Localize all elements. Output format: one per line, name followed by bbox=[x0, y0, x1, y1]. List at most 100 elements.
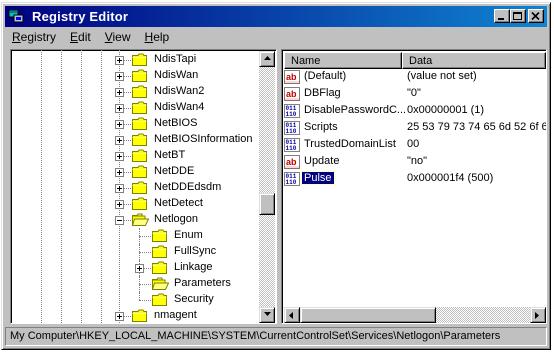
folder-icon[interactable] bbox=[132, 197, 149, 210]
folder-icon[interactable] bbox=[152, 245, 169, 258]
tree-expander-plus-icon[interactable] bbox=[135, 264, 144, 273]
value-name[interactable]: Scripts bbox=[302, 121, 340, 133]
string-value-icon: ab bbox=[284, 70, 300, 84]
value-row[interactable]: ab (Default) (value not set) bbox=[284, 69, 546, 85]
tree-expander-minus-icon[interactable] bbox=[115, 216, 124, 225]
list-horizontal-scrollbar[interactable] bbox=[284, 307, 546, 323]
tree-guide-line bbox=[139, 236, 151, 237]
binary-value-icon: 011 110 bbox=[284, 138, 300, 152]
menu-edit-mnemonic: E bbox=[70, 30, 79, 44]
menu-help[interactable]: Help bbox=[138, 29, 177, 47]
value-row[interactable]: 011 110 Scripts 25 53 79 73 74 65 6d 52 6f … bbox=[284, 120, 546, 136]
registry-editor-icon[interactable] bbox=[8, 9, 26, 25]
tree-guide-line bbox=[139, 252, 151, 253]
tree-node-label[interactable]: NdisTapi bbox=[152, 53, 198, 65]
menu-edit[interactable]: Edit bbox=[63, 29, 98, 47]
tree-expander-plus-icon[interactable] bbox=[115, 184, 124, 193]
arrow-right-icon bbox=[535, 312, 539, 319]
tree-expander-plus-icon[interactable] bbox=[115, 152, 124, 161]
value-row[interactable]: 011 110 DisablePasswordC... 0x00000001 (1) bbox=[284, 103, 546, 119]
value-row[interactable]: 011 110 Pulse 0x000001f4 (500) bbox=[284, 171, 546, 187]
open-folder-icon[interactable] bbox=[151, 277, 170, 290]
key-tree-pane[interactable]: NdisTapi NdisWan NdisWan2 NdisWan4 NetBIOS Ne… bbox=[10, 49, 277, 324]
tree-node-label[interactable]: NetBIOSInformation bbox=[152, 133, 254, 145]
folder-icon[interactable] bbox=[132, 133, 149, 146]
tree-scroll-up-button[interactable] bbox=[259, 51, 275, 67]
open-folder-icon[interactable] bbox=[131, 213, 150, 226]
folder-icon[interactable] bbox=[132, 149, 149, 162]
folder-icon[interactable] bbox=[152, 293, 169, 306]
column-header-data[interactable]: Data bbox=[402, 52, 546, 69]
value-row[interactable]: ab DBFlag "0" bbox=[284, 86, 546, 102]
folder-icon[interactable] bbox=[132, 181, 149, 194]
list-scroll-thumb[interactable] bbox=[300, 307, 436, 323]
tree-scroll-down-button[interactable] bbox=[259, 307, 275, 323]
values-list-pane[interactable]: Name Data ab (Default) (value not set) ab DB… bbox=[281, 49, 547, 324]
tree-node-label[interactable]: NetDetect bbox=[152, 197, 205, 209]
registry-editor-window: Registry Editor Registry Edit View Help … bbox=[1, 2, 551, 350]
svg-text:ab: ab bbox=[286, 89, 297, 99]
tree-expander-plus-icon[interactable] bbox=[115, 120, 124, 129]
folder-icon[interactable] bbox=[132, 101, 149, 114]
value-name[interactable]: Update bbox=[302, 155, 341, 167]
tree-expander-plus-icon[interactable] bbox=[115, 168, 124, 177]
tree-expander-plus-icon[interactable] bbox=[115, 104, 124, 113]
tree-expander-plus-icon[interactable] bbox=[115, 136, 124, 145]
tree-expander-plus-icon[interactable] bbox=[115, 312, 124, 321]
tree-node-label[interactable]: NdisWan4 bbox=[152, 101, 206, 113]
value-row[interactable]: ab Update "no" bbox=[284, 154, 546, 170]
tree-node-label[interactable]: FullSync bbox=[172, 245, 218, 257]
tree-expander-plus-icon[interactable] bbox=[115, 72, 124, 81]
value-name[interactable]: DBFlag bbox=[302, 87, 343, 99]
tree-node-label[interactable]: Netlogon bbox=[152, 213, 200, 225]
value-data: 25 53 79 73 74 65 6d 52 6f 6 bbox=[407, 121, 547, 133]
value-row[interactable]: 011 110 TrustedDomainList 00 bbox=[284, 137, 546, 153]
tree-node-label[interactable]: Enum bbox=[172, 229, 205, 241]
tree-vertical-scrollbar[interactable] bbox=[259, 51, 275, 323]
folder-icon[interactable] bbox=[132, 53, 149, 66]
menu-view-mnemonic: V bbox=[104, 30, 113, 44]
tree-scroll-thumb[interactable] bbox=[259, 193, 275, 215]
binary-value-icon: 011 110 bbox=[284, 121, 300, 135]
folder-icon[interactable] bbox=[132, 309, 149, 322]
list-scroll-left-button[interactable] bbox=[284, 307, 300, 323]
string-value-icon: ab bbox=[284, 155, 300, 169]
menu-help-label: elp bbox=[153, 30, 170, 44]
svg-text:110: 110 bbox=[286, 179, 297, 186]
folder-icon[interactable] bbox=[152, 229, 169, 242]
menu-registry-label: egistry bbox=[20, 30, 57, 44]
tree-node-label[interactable]: Security bbox=[172, 293, 216, 305]
tree-node-label[interactable]: NetBT bbox=[152, 149, 187, 161]
value-name[interactable]: TrustedDomainList bbox=[302, 138, 398, 150]
tree-node-label[interactable]: nmagent bbox=[152, 309, 199, 321]
tree-node-label[interactable]: NetDDE bbox=[152, 165, 196, 177]
column-header-name[interactable]: Name bbox=[284, 52, 402, 69]
menu-registry[interactable]: Registry bbox=[5, 29, 63, 47]
tree-expander-plus-icon[interactable] bbox=[115, 200, 124, 209]
folder-icon[interactable] bbox=[132, 85, 149, 98]
folder-icon[interactable] bbox=[132, 117, 149, 130]
folder-icon[interactable] bbox=[132, 69, 149, 82]
list-scroll-right-button[interactable] bbox=[530, 307, 546, 323]
close-button[interactable] bbox=[528, 9, 544, 23]
tree-node-label[interactable]: Linkage bbox=[172, 261, 215, 273]
tree-node-label[interactable]: Parameters bbox=[172, 277, 233, 289]
folder-icon[interactable] bbox=[152, 261, 169, 274]
tree-node-label[interactable]: NdisWan2 bbox=[152, 85, 206, 97]
tree-guide-line bbox=[139, 276, 140, 292]
title-bar[interactable]: Registry Editor bbox=[5, 6, 547, 27]
folder-icon[interactable] bbox=[132, 165, 149, 178]
value-name[interactable]: Pulse bbox=[301, 171, 335, 185]
minimize-button[interactable] bbox=[494, 9, 510, 23]
arrow-left-icon bbox=[289, 312, 293, 319]
value-name[interactable]: (Default) bbox=[302, 70, 348, 82]
tree-node-label[interactable]: NetDDEdsdm bbox=[152, 181, 223, 193]
tree-node-label[interactable]: NdisWan bbox=[152, 69, 200, 81]
menu-view[interactable]: View bbox=[98, 29, 138, 47]
tree-guide-line bbox=[61, 50, 62, 323]
value-name[interactable]: DisablePasswordC... bbox=[302, 104, 408, 116]
tree-expander-plus-icon[interactable] bbox=[115, 88, 124, 97]
tree-expander-plus-icon[interactable] bbox=[115, 56, 124, 65]
tree-node-label[interactable]: NetBIOS bbox=[152, 117, 199, 129]
maximize-button[interactable] bbox=[510, 9, 526, 23]
